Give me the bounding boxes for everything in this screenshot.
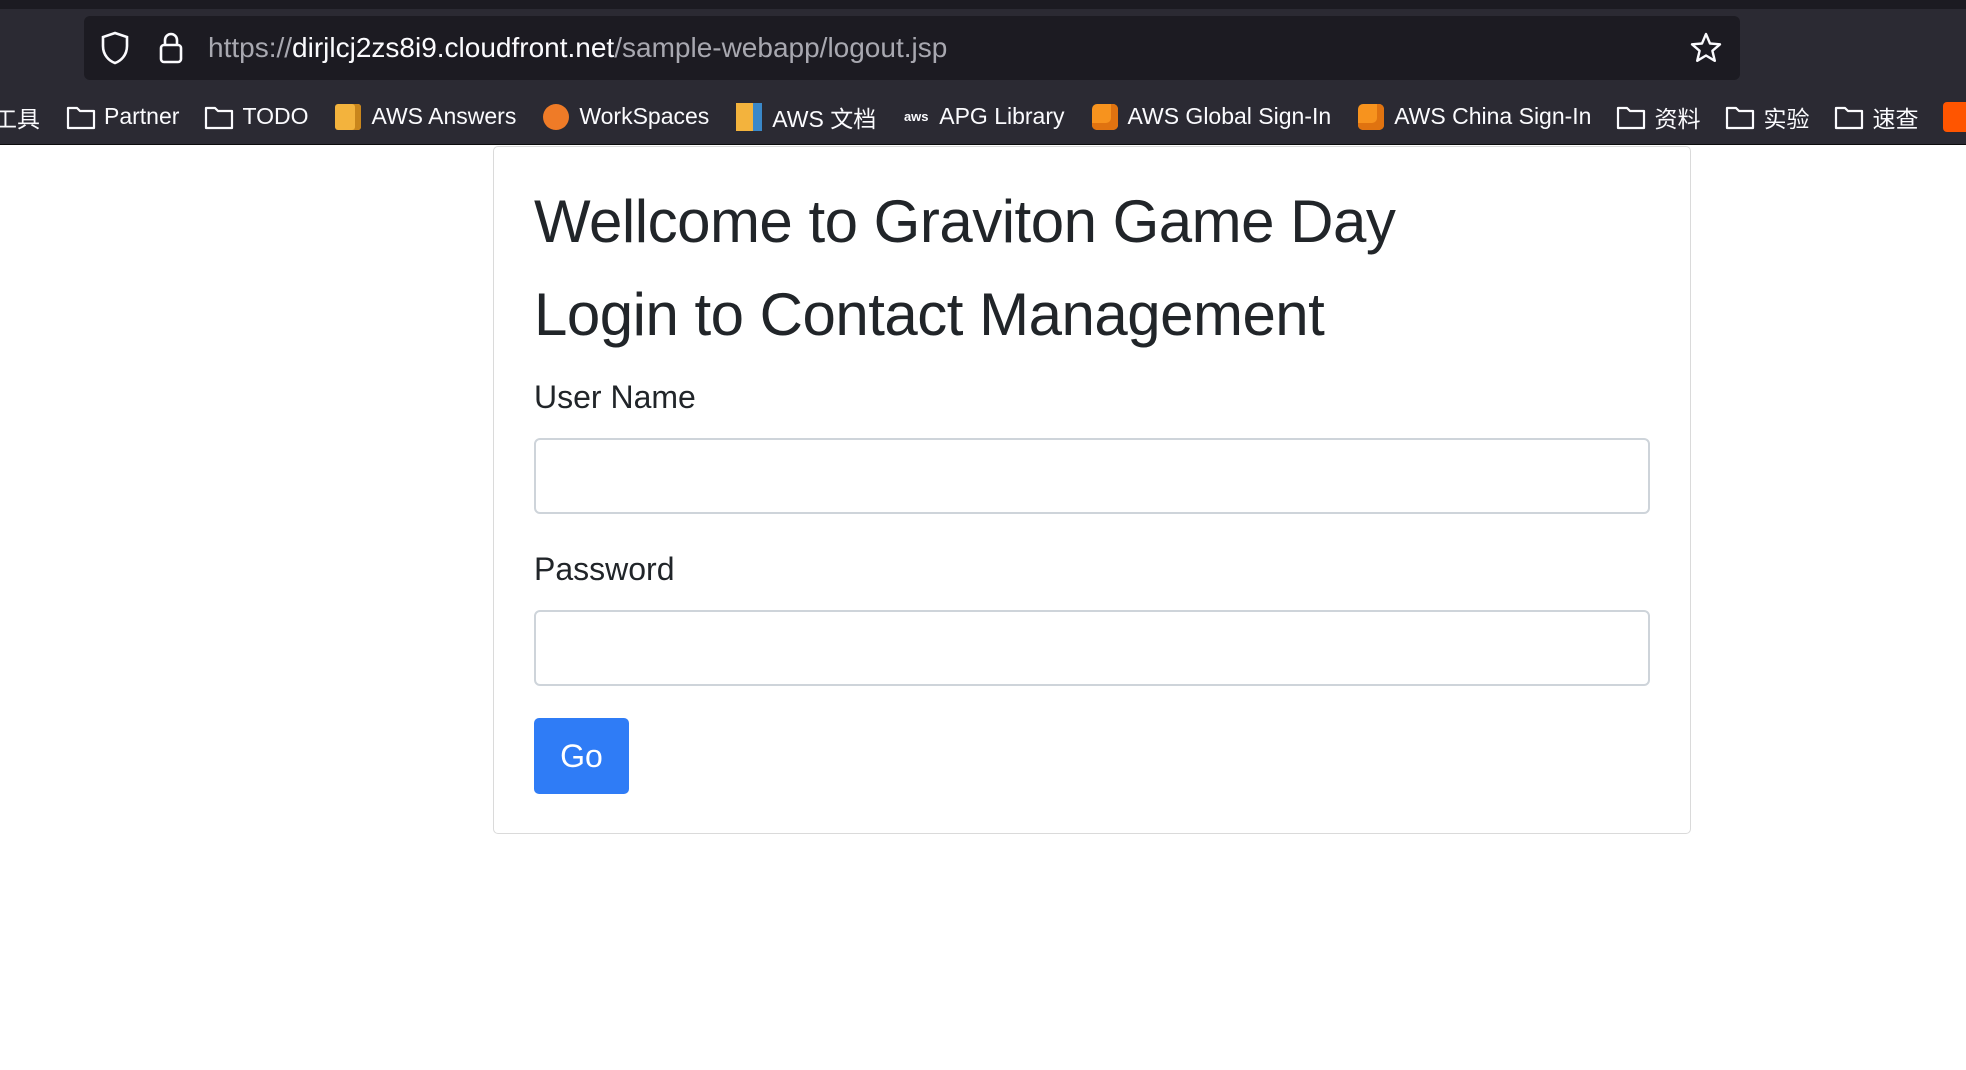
url-scheme: https://: [208, 32, 293, 63]
bookmark-materials[interactable]: 资料: [1616, 100, 1700, 134]
bookmark-label: 工具: [0, 105, 40, 132]
bookmark-aws-global-signin[interactable]: AWS Global Sign-In: [1090, 102, 1332, 132]
url-path: /sample-webapp/logout.jsp: [614, 32, 948, 63]
bookmark-star-icon[interactable]: [1684, 16, 1728, 80]
bookmark-aws-docs[interactable]: AWS 文档: [734, 100, 876, 134]
folder-icon: [1834, 102, 1864, 132]
login-heading: Login to Contact Management: [534, 281, 1325, 348]
password-input[interactable]: [534, 610, 1650, 686]
url-text[interactable]: https://dirjlcj2zs8i9.cloudfront.net/sam…: [208, 16, 947, 80]
address-bar[interactable]: https://dirjlcj2zs8i9.cloudfront.net/sam…: [84, 16, 1740, 80]
login-card: Wellcome to Graviton Game Day Login to C…: [493, 146, 1691, 834]
bookmark-label: AWS Answers: [371, 103, 517, 129]
bookmark-todo[interactable]: TODO: [204, 102, 308, 132]
bookmark-label: TODO: [242, 103, 309, 129]
bookmark-aws-china-signin[interactable]: AWS China Sign-In: [1356, 102, 1591, 132]
tab-strip: [0, 0, 1966, 9]
bookmark-workspaces[interactable]: WorkSpaces: [541, 102, 709, 132]
bookmark-apg-library[interactable]: aws APG Library: [901, 102, 1065, 132]
folder-icon: [204, 102, 234, 132]
aws-cube-icon: [1090, 102, 1120, 132]
shield-icon[interactable]: [96, 16, 134, 80]
docs-icon: [734, 102, 764, 132]
bookmark-partner[interactable]: Partner: [66, 102, 179, 132]
bookmark-quick-ref[interactable]: 速查: [1834, 100, 1918, 134]
bookmark-tools[interactable]: 工具: [0, 100, 40, 134]
bookmark-label: 资料: [1654, 105, 1701, 132]
bookmark-label: Partner: [104, 103, 180, 129]
workspaces-icon: [541, 102, 571, 132]
folder-icon: [1725, 102, 1755, 132]
bookmark-label: AWS China Sign-In: [1394, 103, 1592, 129]
browser-chrome: https://dirjlcj2zs8i9.cloudfront.net/sam…: [0, 0, 1966, 145]
aws-logo-icon: aws: [903, 109, 929, 124]
bookmark-experiments[interactable]: 实验: [1725, 100, 1809, 134]
bookmark-label: 速查: [1872, 105, 1919, 132]
folder-icon: [66, 102, 96, 132]
bookmark-label: WorkSpaces: [579, 103, 710, 129]
username-input[interactable]: [534, 438, 1650, 514]
cloud-icon: [1943, 101, 1966, 132]
bookmark-cloud[interactable]: [1943, 101, 1966, 132]
chrome-divider: [0, 144, 1966, 145]
aws-cube-icon: [1356, 102, 1386, 132]
lock-icon[interactable]: [152, 16, 190, 80]
bookmark-label: 实验: [1763, 105, 1810, 132]
bookmarks-toolbar: 工具 Partner TODO AWS Answers WorkSpaces A…: [0, 94, 1966, 139]
folder-icon: [1616, 102, 1646, 132]
page-title: Wellcome to Graviton Game Day: [534, 188, 1396, 255]
go-button[interactable]: Go: [534, 718, 629, 794]
bookmark-label: APG Library: [939, 103, 1065, 129]
username-label: User Name: [534, 379, 696, 415]
bookmark-aws-answers[interactable]: AWS Answers: [333, 102, 516, 132]
bookmark-label: AWS Global Sign-In: [1127, 103, 1332, 129]
bookmark-label: AWS 文档: [772, 105, 877, 132]
password-label: Password: [534, 551, 675, 587]
url-host: dirjlcj2zs8i9.cloudfront.net: [292, 32, 615, 63]
box-icon: [333, 102, 363, 132]
